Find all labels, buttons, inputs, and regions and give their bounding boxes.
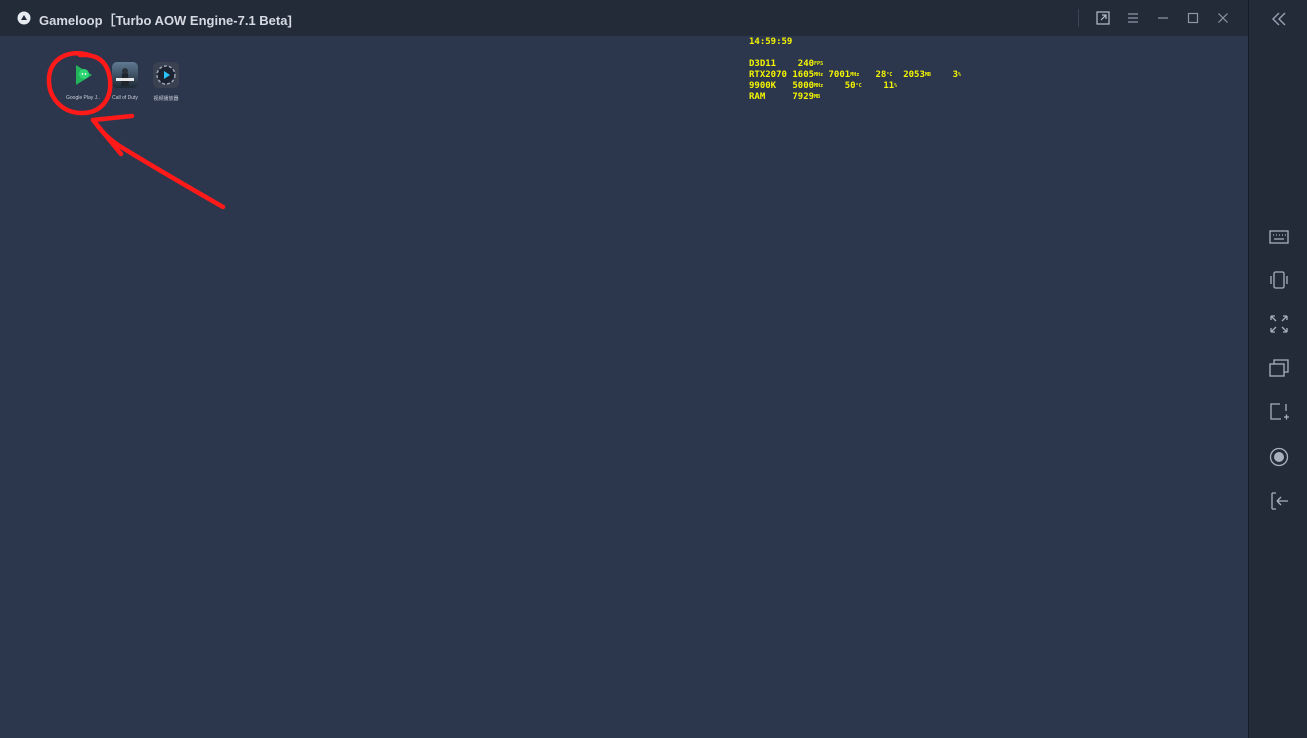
gameloop-logo-icon [17, 11, 31, 25]
app-label: Call of Duty [112, 95, 138, 101]
overlay-time: 14:59:59 [749, 37, 793, 47]
app-call-of-duty[interactable]: Call of Duty [108, 62, 142, 101]
app-video-player[interactable]: 视频播放器 [149, 62, 183, 102]
overlay-gpu-mem: 7001 [828, 70, 851, 80]
overlay-cpu-clock: 5000 [792, 81, 815, 91]
external-window-icon[interactable] [1093, 8, 1113, 28]
overlay-cpu-load: 11 [883, 81, 895, 91]
app-label: Google Play J... [66, 95, 100, 101]
overlay-gpu-load-unit: % [958, 72, 962, 78]
overlay-ram-used: 7929 [792, 92, 815, 102]
overlay-gpu-name: RTX2070 [749, 70, 787, 80]
overlay-gpu-vram: 2053 [903, 70, 925, 80]
menu-icon[interactable] [1123, 8, 1143, 28]
google-play-games-icon [70, 62, 96, 88]
overlay-gpu-mem-unit: MHz [850, 72, 860, 78]
overlay-fps-unit: FPS [814, 61, 824, 67]
collapse-icon[interactable] [1268, 8, 1290, 30]
close-icon[interactable] [1213, 8, 1233, 28]
right-toolbar [1248, 0, 1307, 738]
overlay-cpu-clock-unit: MHz [814, 83, 824, 89]
overlay-api: D3D11 [749, 59, 777, 69]
fullscreen-icon[interactable] [1268, 313, 1290, 335]
overlay-cpu-load-unit: % [894, 83, 898, 89]
overlay-cpu-name: 9900K [749, 81, 777, 91]
call-of-duty-icon [112, 62, 138, 88]
app-google-play-games[interactable]: Google Play J... [66, 62, 100, 101]
overlay-gpu-core-unit: MHz [814, 72, 824, 78]
maximize-icon[interactable] [1183, 8, 1203, 28]
multi-window-icon[interactable] [1268, 357, 1290, 379]
overlay-fps: 240 [797, 59, 815, 69]
overlay-gpu-vram-unit: MB [924, 72, 931, 78]
shake-icon[interactable] [1268, 269, 1290, 291]
screenshot-icon[interactable] [1268, 401, 1290, 423]
overlay-gpu-temp-unit: °C [886, 72, 893, 78]
minimize-icon[interactable] [1153, 8, 1173, 28]
video-player-icon [153, 62, 179, 88]
overlay-cpu-temp: 50 [844, 81, 856, 91]
record-icon[interactable] [1268, 446, 1290, 468]
overlay-gpu-core: 1605 [792, 70, 815, 80]
performance-overlay: 14:59:59 D3D11 240FPS RTX2070 1605MHz 70… [749, 37, 961, 103]
title-bar: Gameloop［Turbo AOW Engine-7.1 Beta] [0, 0, 1248, 36]
app-label: 视频播放器 [153, 96, 179, 102]
overlay-ram-name: RAM [749, 92, 766, 102]
keyboard-icon[interactable] [1268, 226, 1290, 248]
overlay-ram-used-unit: MB [814, 94, 821, 100]
exit-icon[interactable] [1268, 490, 1290, 512]
overlay-gpu-temp: 28 [875, 70, 887, 80]
window-title: Gameloop［Turbo AOW Engine-7.1 Beta] [39, 13, 292, 28]
title-separator [1078, 9, 1079, 27]
android-desktop [0, 36, 1248, 738]
overlay-cpu-temp-unit: °C [855, 83, 862, 89]
